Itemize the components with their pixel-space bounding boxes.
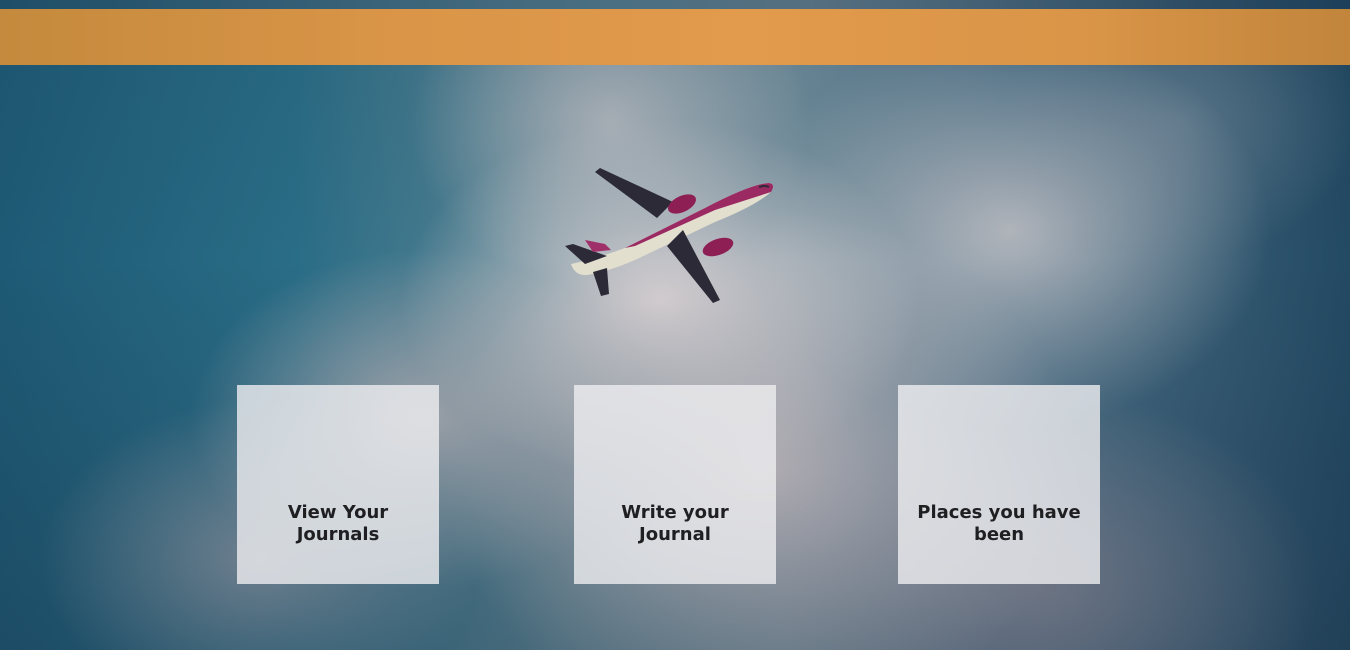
write-journal-card[interactable]: Write your Journal (574, 385, 776, 584)
airplane-icon (565, 168, 774, 303)
write-journal-label: Write your Journal (621, 502, 729, 545)
page-background: View Your Journals Write your Journal Pl… (0, 0, 1350, 650)
view-journals-card[interactable]: View Your Journals (237, 385, 439, 584)
top-strip (0, 0, 1350, 9)
header-bar (0, 9, 1350, 65)
places-visited-card[interactable]: Places you have been (898, 385, 1100, 584)
view-journals-label: View Your Journals (287, 502, 389, 545)
places-visited-label: Places you have been (917, 502, 1081, 545)
